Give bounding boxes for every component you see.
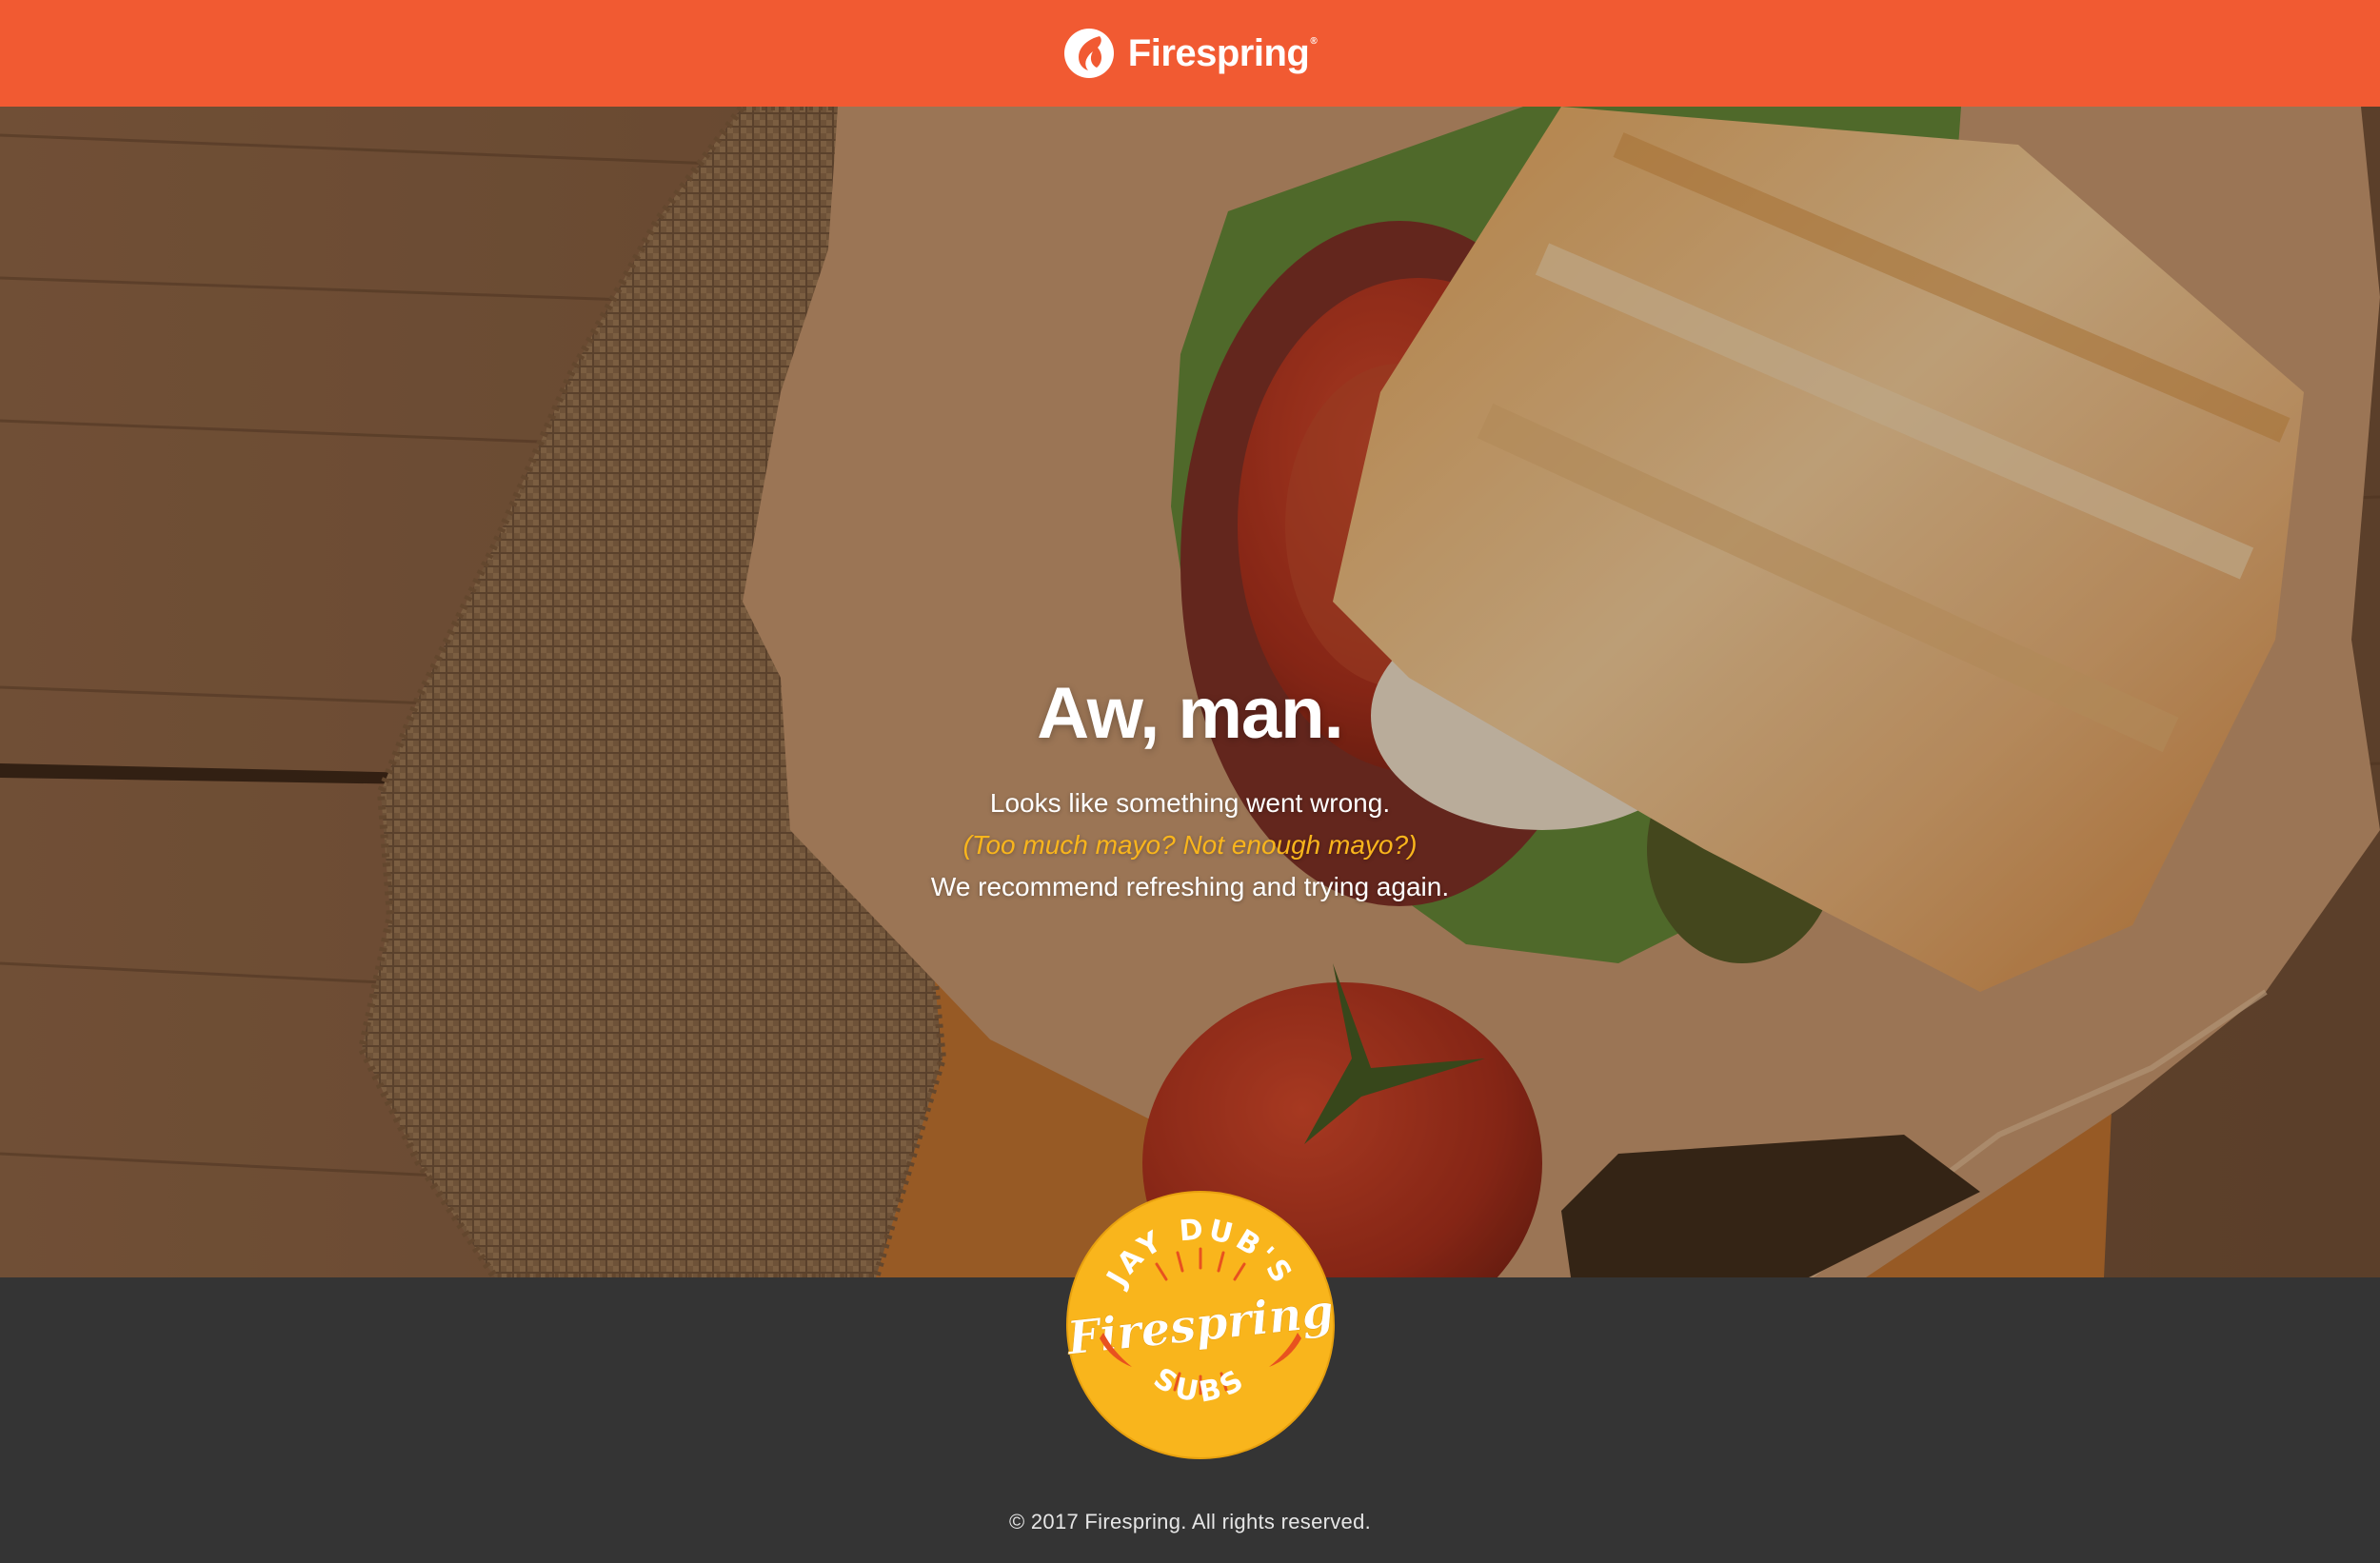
jay-dubs-subs-badge-logo: JAY DUB'S Firespring SUBS <box>1065 1191 1336 1459</box>
error-joke-text: (Too much mayo? Not enough mayo?) <box>962 830 1418 860</box>
firespring-flame-icon <box>1063 29 1114 78</box>
top-bar: Firespring® <box>0 0 2380 107</box>
brand-logo-link[interactable]: Firespring® <box>1063 28 1318 79</box>
brand-name: Firespring® <box>1127 31 1318 74</box>
error-heading: Aw, man. <box>1037 673 1343 754</box>
error-advice-text: We recommend refreshing and trying again… <box>930 872 1450 901</box>
hero-section: Aw, man. Looks like something went wrong… <box>0 107 2380 1277</box>
copyright-text: © 2017 Firespring. All rights reserved. <box>1008 1510 1372 1533</box>
error-text: Looks like something went wrong. <box>989 788 1391 818</box>
error-message: Aw, man. Looks like something went wrong… <box>0 678 2380 908</box>
